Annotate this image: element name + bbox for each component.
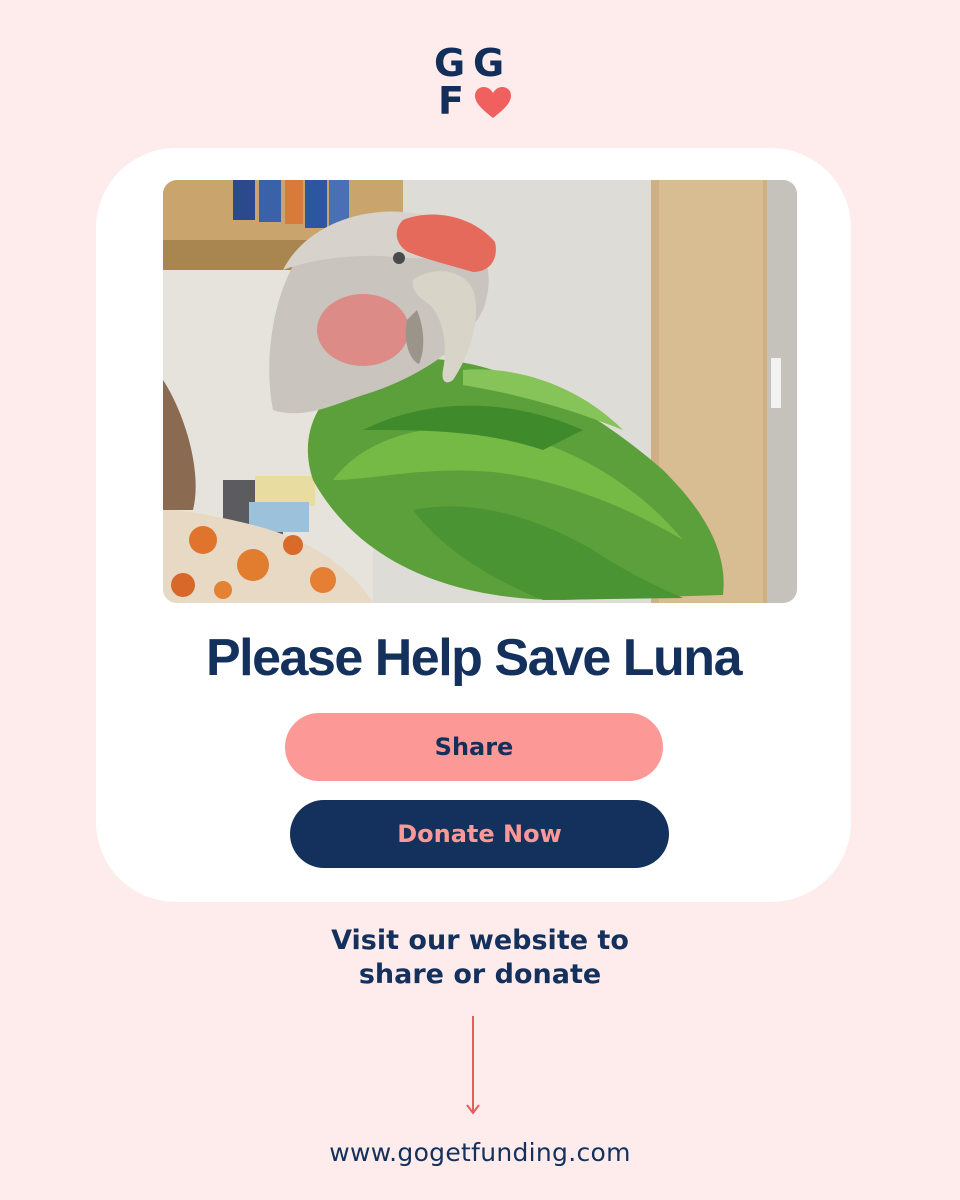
cta-line-2: share or donate [358, 959, 602, 990]
logo-letter-g2: G [473, 41, 505, 85]
heart-icon [475, 87, 511, 118]
arrow-down-icon [466, 1016, 480, 1115]
ggf-logo: G G F [434, 44, 514, 120]
logo-letter-f: F [438, 79, 464, 123]
cta-line-1: Visit our website to [331, 925, 629, 956]
website-link[interactable]: www.gogetfunding.com [0, 1136, 960, 1170]
share-button[interactable]: Share [285, 713, 663, 781]
campaign-headline: Please Help Save Luna [206, 629, 743, 687]
parrot-photo [163, 180, 797, 603]
logo-letter-g1: G [434, 41, 466, 85]
visit-website-text: Visit our website to share or donate [0, 924, 960, 992]
donate-now-button[interactable]: Donate Now [290, 800, 669, 868]
